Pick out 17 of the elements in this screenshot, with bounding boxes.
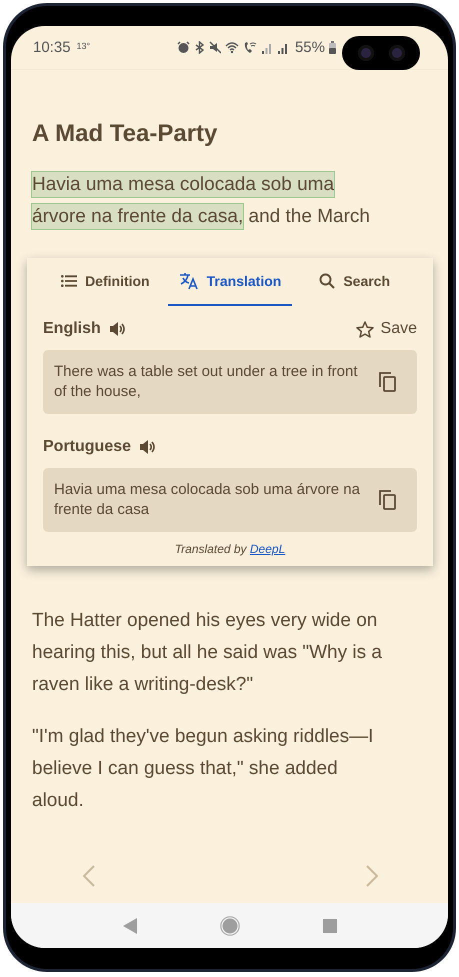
paragraph-text: "I'm glad they've begun asking riddles—I believe I can guess that," she added aloud. (32, 725, 374, 813)
temperature: 13° (76, 40, 90, 50)
language-label: English (43, 320, 101, 338)
tab[interactable]: Search (292, 258, 418, 306)
credit-text: Translated by DeepL (174, 542, 286, 556)
chapter-title: A Mad Tea-Party (32, 119, 218, 149)
tab[interactable]: Definition (43, 258, 168, 306)
clock-time: 10:35 (33, 39, 71, 56)
paragraph-text: Havia uma mesa colocada sob uma árvore na frente da casa, and the March (32, 171, 371, 231)
paragraph-text: The Hatter opened his eyes very wide on hearing this, but all he said was "Why is a raven like a writing-desk?" (32, 609, 383, 697)
save-button[interactable]: Save (356, 320, 417, 338)
tab[interactable]: Translation (168, 258, 292, 306)
battery-percentage: 55% (294, 39, 325, 56)
translation-text: Havia uma mesa colocada sob uma árvore na frente da casa (54, 480, 360, 520)
deepl-link[interactable]: DeepL (250, 542, 286, 556)
language-label: Portuguese (43, 438, 132, 456)
translation-text: There was a table set out under a tree in front of the house, (54, 362, 359, 402)
